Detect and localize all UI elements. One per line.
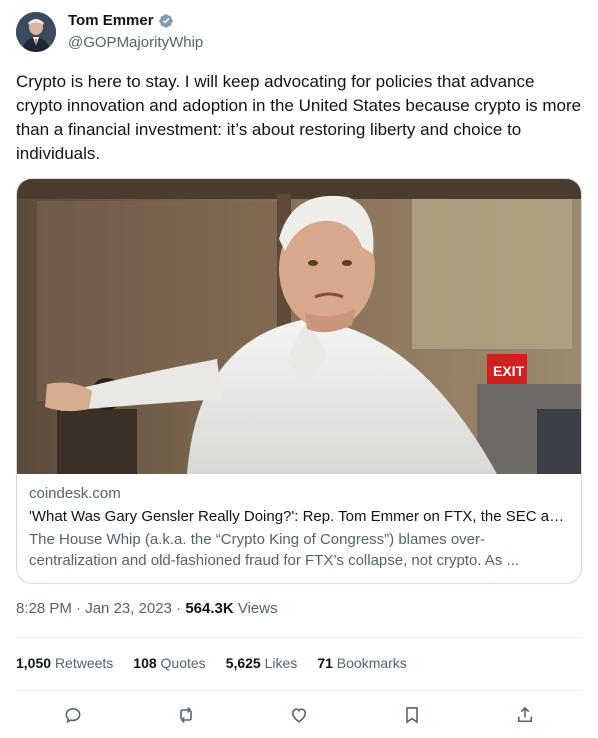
bookmarks-label: Bookmarks: [336, 655, 407, 671]
tweet-time[interactable]: 8:28 PM: [16, 600, 72, 617]
action-bar: [16, 700, 582, 730]
bookmarks-count: 71: [317, 655, 333, 671]
quotes-label: Quotes: [160, 655, 206, 671]
like-button[interactable]: [288, 704, 310, 726]
meta-separator: ·: [176, 600, 182, 617]
tweet-date[interactable]: Jan 23, 2023: [85, 600, 172, 617]
retweets-label: Retweets: [54, 655, 114, 671]
meta-separator: ·: [76, 600, 82, 617]
share-button[interactable]: [514, 704, 536, 726]
bookmarks-stat[interactable]: 71 Bookmarks: [317, 655, 407, 671]
link-card-title: 'What Was Gary Gensler Really Doing?': R…: [29, 508, 569, 525]
link-card-domain: coindesk.com: [29, 485, 121, 502]
reply-icon: [65, 707, 81, 724]
likes-label: Likes: [264, 655, 298, 671]
link-card[interactable]: EXIT coindesk.com 'What Was Gary Gensler…: [16, 178, 582, 584]
share-icon: [517, 706, 533, 723]
views-count[interactable]: 564.3K: [185, 600, 233, 617]
heart-icon: [291, 708, 307, 723]
bookmark-icon: [406, 707, 418, 724]
retweet-icon: [180, 706, 192, 724]
retweet-button[interactable]: [175, 704, 197, 726]
likes-count: 5,625: [225, 655, 261, 671]
quotes-stat[interactable]: 108 Quotes: [133, 655, 205, 671]
author-name-row: Tom Emmer: [68, 12, 174, 29]
retweets-stat[interactable]: 1,050 Retweets: [16, 655, 113, 671]
bookmark-button[interactable]: [401, 704, 423, 726]
retweets-count: 1,050: [16, 655, 52, 671]
verified-badge-icon: [158, 13, 174, 29]
link-card-description: The House Whip (a.k.a. the “Crypto King …: [29, 531, 519, 569]
tweet-text: Crypto is here to stay. I will keep advo…: [16, 72, 582, 163]
quotes-count: 108: [133, 655, 157, 671]
avatar-photo: [16, 12, 56, 52]
author-handle[interactable]: @GOPMajorityWhip: [68, 34, 203, 51]
divider: [16, 637, 582, 638]
link-card-body: coindesk.com 'What Was Gary Gensler Real…: [29, 484, 569, 571]
likes-stat[interactable]: 5,625 Likes: [226, 655, 298, 671]
views-label: Views: [237, 600, 278, 617]
author-avatar[interactable]: [16, 12, 56, 52]
svg-text:EXIT: EXIT: [493, 363, 525, 379]
engagement-stats: 1,050 Retweets 108 Quotes 5,625 Likes 71…: [16, 655, 427, 671]
tweet-meta: 8:28 PM · Jan 23, 2023 · 564.3K Views: [16, 600, 278, 617]
divider: [16, 690, 582, 691]
article-photo: EXIT: [17, 179, 581, 474]
author-name[interactable]: Tom Emmer: [68, 12, 154, 29]
reply-button[interactable]: [62, 704, 84, 726]
